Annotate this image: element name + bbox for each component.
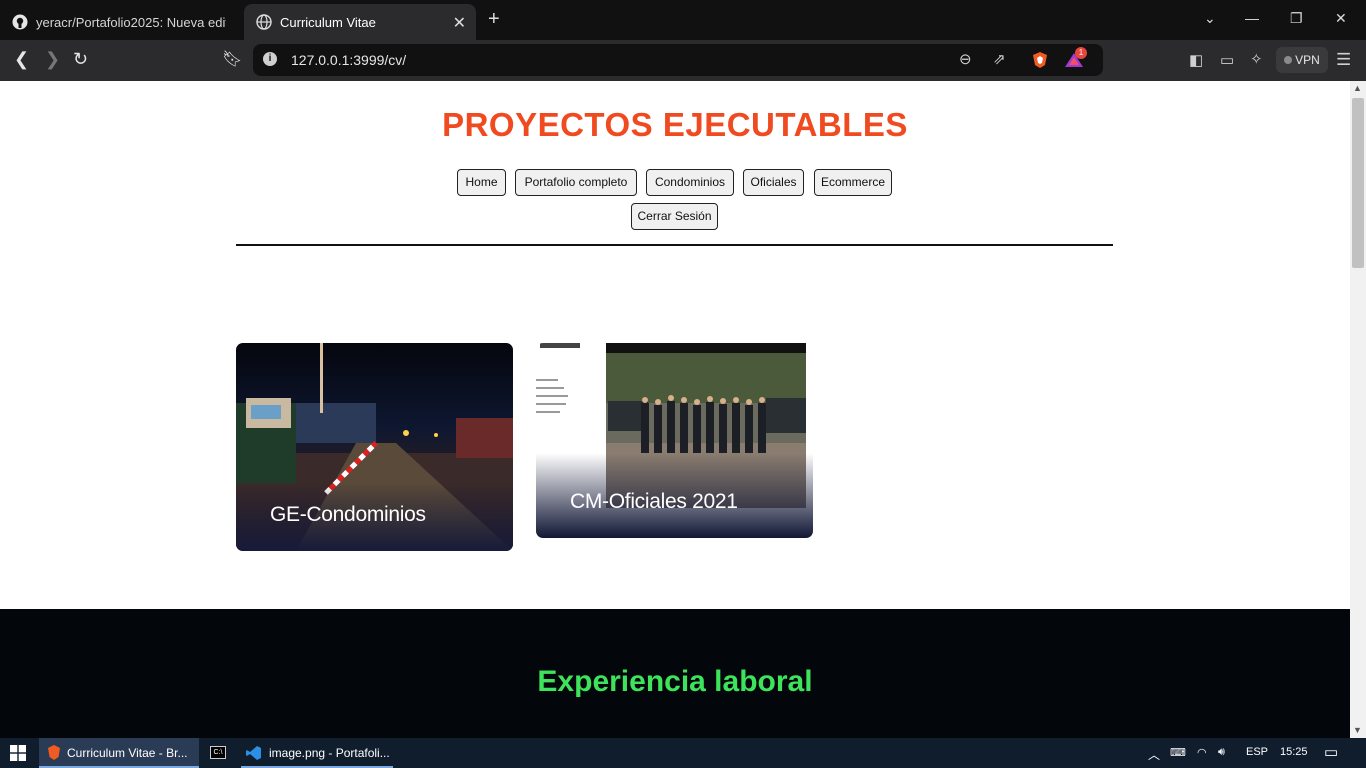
taskbar-label: Curriculum Vitae - Br...: [67, 746, 188, 760]
taskbar-terminal[interactable]: C:\: [201, 738, 237, 768]
taskbar: Curriculum Vitae - Br... C:\ image.png -…: [0, 738, 1366, 768]
github-icon: [12, 14, 28, 30]
reload-icon[interactable]: ↻: [73, 49, 88, 70]
project-card-oficiales[interactable]: CM-Oficiales 2021: [536, 343, 813, 538]
close-window-icon[interactable]: ✕: [1335, 10, 1347, 27]
wifi-icon[interactable]: ◠: [1197, 746, 1207, 759]
sidebar-icon[interactable]: ◧: [1189, 51, 1203, 69]
vpn-button[interactable]: VPN: [1276, 47, 1328, 73]
nav-home-button[interactable]: Home: [457, 169, 506, 196]
taskbar-brave[interactable]: Curriculum Vitae - Br...: [39, 738, 199, 768]
scroll-down-icon[interactable]: ▼: [1353, 725, 1362, 735]
nav-portafolio-button[interactable]: Portafolio completo: [515, 169, 637, 196]
nav-condominios-button[interactable]: Condominios: [646, 169, 734, 196]
new-tab-icon[interactable]: +: [488, 8, 500, 31]
nav-oficiales-button[interactable]: Oficiales: [743, 169, 804, 196]
experience-section: Experiencia laboral: [0, 609, 1350, 738]
section-title: Experiencia laboral: [537, 665, 813, 698]
notification-badge: 1: [1075, 47, 1087, 59]
divider: [236, 244, 1113, 246]
wallet-icon[interactable]: ▭: [1220, 51, 1234, 69]
close-tab-icon[interactable]: ✕: [453, 13, 466, 33]
minimize-icon[interactable]: —: [1245, 10, 1259, 26]
project-card-condominios[interactable]: GE-Condominios: [236, 343, 513, 551]
page-title: PROYECTOS EJECUTABLES: [442, 106, 908, 143]
page-content: PROYECTOS EJECUTABLES Home Portafolio co…: [0, 81, 1350, 738]
scrollbar-thumb[interactable]: [1352, 98, 1364, 268]
vscode-icon: [246, 746, 261, 760]
tab-github[interactable]: yeracr/Portafolio2025: Nueva edition: [0, 4, 240, 40]
taskbar-vscode[interactable]: image.png - Portafoli...: [241, 738, 393, 768]
back-icon[interactable]: ❮: [14, 49, 29, 70]
tab-title: Curriculum Vitae: [280, 14, 376, 30]
volume-icon[interactable]: 🔊︎: [1218, 746, 1225, 759]
tray-chevron-icon[interactable]: ︿: [1148, 746, 1160, 763]
brave-icon: [48, 745, 60, 760]
share-icon[interactable]: ⇗: [993, 50, 1006, 68]
tab-curriculum-vitae[interactable]: Curriculum Vitae ✕: [244, 4, 476, 40]
site-info-icon[interactable]: i: [263, 52, 277, 66]
forward-icon[interactable]: ❯: [45, 49, 60, 70]
scroll-up-icon[interactable]: ▲: [1353, 83, 1362, 93]
vpn-status-icon: [1284, 56, 1293, 64]
leo-ai-icon[interactable]: ✧: [1250, 50, 1263, 68]
brave-shield-icon[interactable]: [1031, 51, 1049, 69]
browser-toolbar: ❮ ❯ ↻ 🔖︎ i 127.0.0.1:3999/cv/ ⊖ ⇗ 1 ◧ ▭ …: [0, 40, 1366, 81]
notifications-icon[interactable]: ▭: [1324, 743, 1338, 761]
logout-button[interactable]: Cerrar Sesión: [631, 203, 718, 230]
tab-search-chevron-icon[interactable]: ⌄: [1204, 10, 1216, 27]
windows-start-icon[interactable]: [10, 745, 26, 761]
tab-title: yeracr/Portafolio2025: Nueva edition: [36, 14, 226, 30]
bookmark-icon[interactable]: 🔖︎: [222, 49, 242, 69]
taskbar-label: image.png - Portafoli...: [269, 746, 390, 760]
globe-icon: [256, 14, 272, 30]
url-text: 127.0.0.1:3999/cv/: [291, 52, 407, 68]
ime-icon[interactable]: ⌨: [1170, 746, 1186, 759]
address-bar[interactable]: i 127.0.0.1:3999/cv/ ⊖ ⇗ 1: [253, 44, 1103, 76]
terminal-icon: C:\: [210, 746, 226, 759]
project-label: GE-Condominios: [270, 503, 426, 526]
zoom-icon[interactable]: ⊖: [959, 50, 972, 68]
menu-icon[interactable]: ☰: [1336, 50, 1351, 70]
project-label: CM-Oficiales 2021: [570, 490, 738, 513]
browser-tab-strip: yeracr/Portafolio2025: Nueva edition Cur…: [0, 0, 1366, 40]
vpn-label: VPN: [1295, 53, 1320, 67]
language-indicator[interactable]: ESP: [1246, 746, 1268, 758]
nav-ecommerce-button[interactable]: Ecommerce: [814, 169, 892, 196]
clock[interactable]: 15:25: [1280, 746, 1308, 758]
restore-icon[interactable]: ❐: [1290, 10, 1303, 27]
